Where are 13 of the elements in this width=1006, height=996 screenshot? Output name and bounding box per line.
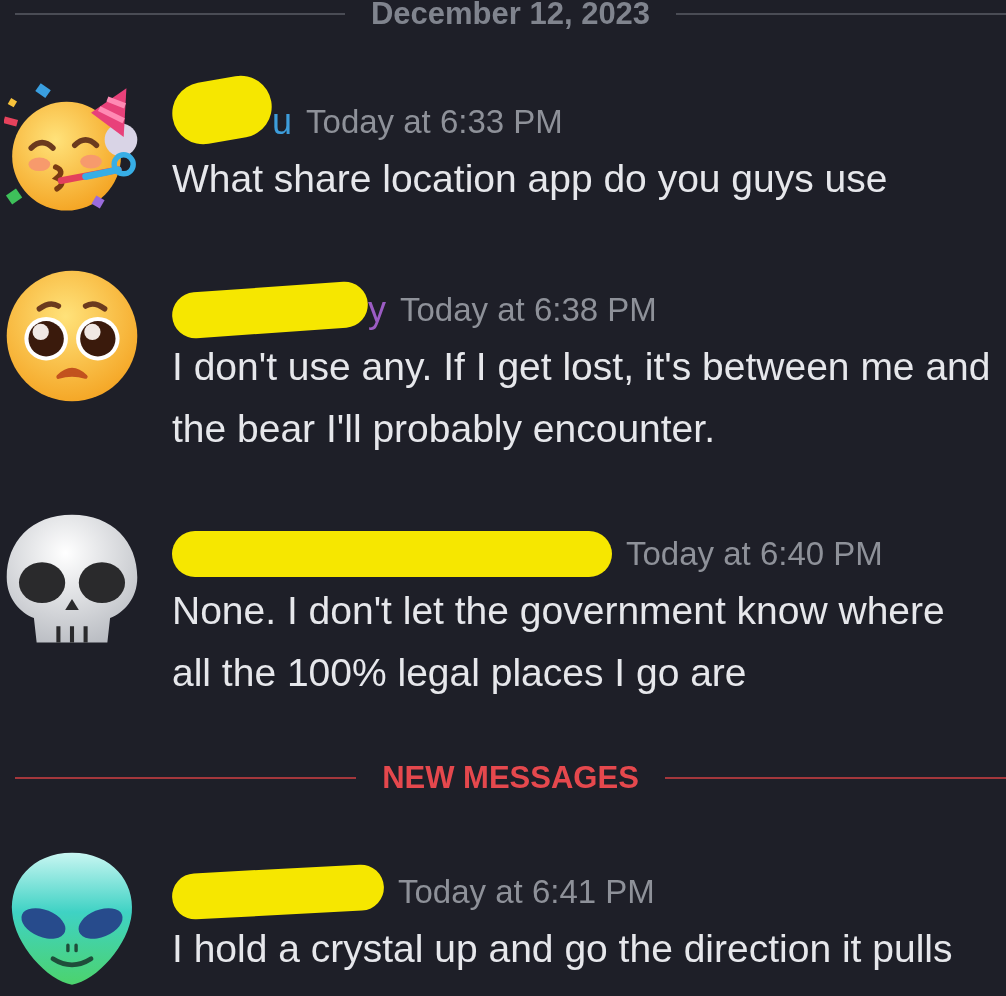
message-text: I hold a crystal up and go the direction it pulls [172, 926, 954, 972]
message-text: None. I don't let the government know where all the 100% legal places I go are [172, 588, 946, 696]
timestamp: Today at 6:41 PM [398, 872, 655, 912]
timestamp: Today at 6:40 PM [626, 534, 883, 574]
timestamp: Today at 6:33 PM [306, 102, 563, 142]
new-messages-label: NEW MESSAGES [382, 759, 639, 797]
username[interactable]: u [272, 102, 293, 142]
pleading-face-icon[interactable] [4, 268, 140, 404]
timestamp: Today at 6:38 PM [400, 290, 657, 330]
username[interactable]: y [368, 290, 386, 330]
message-text: I don't use any. If I get lost, it's between me and the bear I'll probably encounter. [172, 344, 991, 452]
message-text: What share location app do you guys use [172, 156, 889, 202]
date-divider-label: December 12, 2023 [370, 0, 651, 28]
